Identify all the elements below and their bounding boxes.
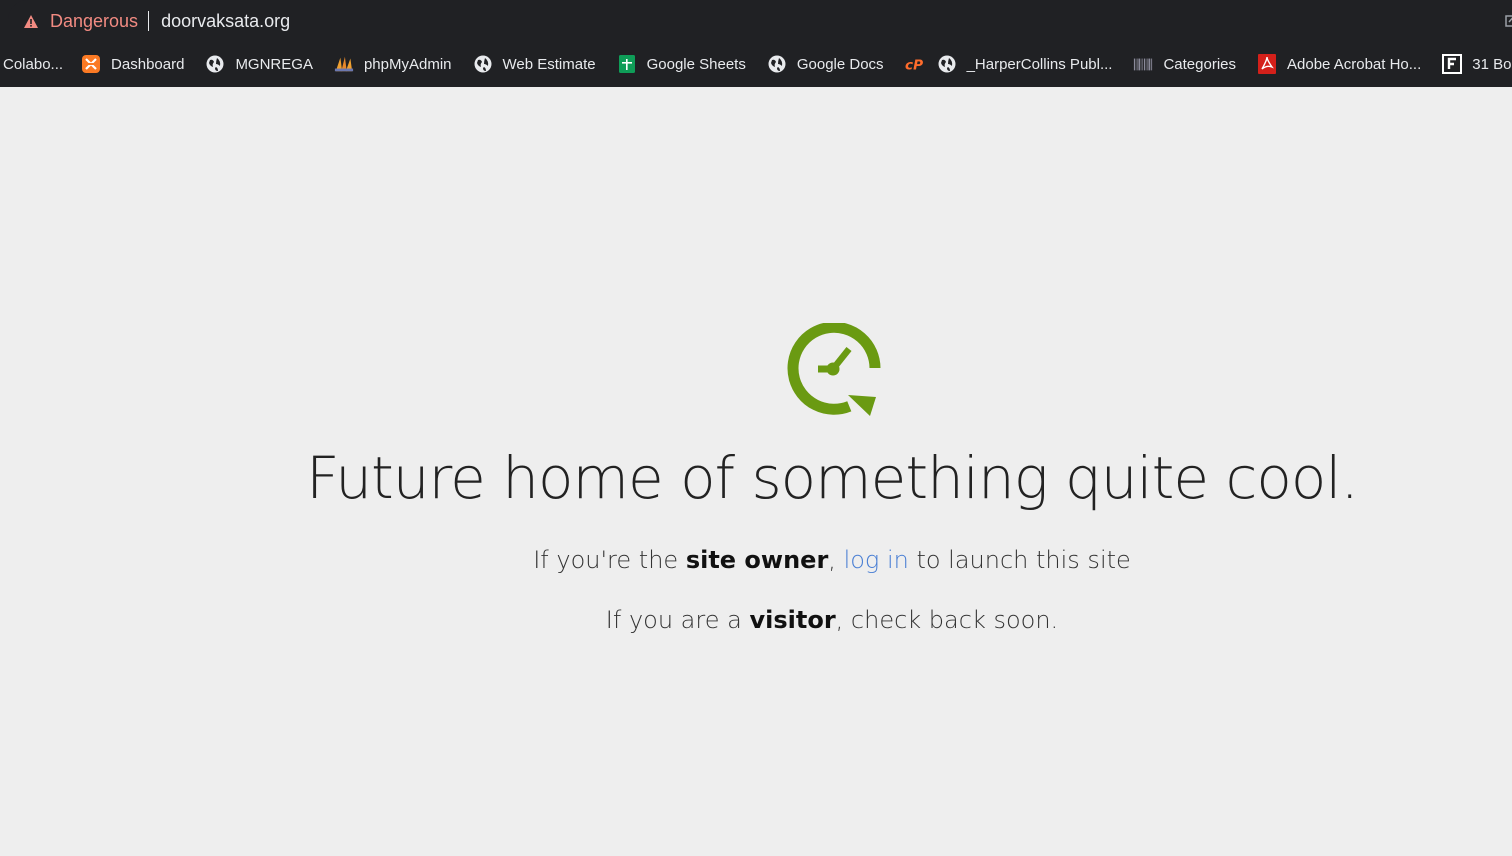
share-icon[interactable] bbox=[1504, 12, 1512, 28]
bookmark-cpanel[interactable]: cP bbox=[905, 49, 925, 79]
visitor-line-suffix: , check back soon. bbox=[835, 606, 1059, 634]
bookmark-mgnrega[interactable]: MGNREGA bbox=[205, 49, 323, 79]
login-link[interactable]: log in bbox=[844, 546, 909, 574]
url-text[interactable]: doorvaksata.org bbox=[161, 11, 290, 32]
bookmark-harpercollins[interactable]: _HarperCollins Publ... bbox=[937, 49, 1123, 79]
xampp-icon bbox=[81, 54, 101, 74]
bookmark-google-sheets[interactable]: Google Sheets bbox=[617, 49, 756, 79]
bookmark-label: Colabo... bbox=[3, 55, 64, 73]
bookmark-label: Dashboard bbox=[111, 55, 185, 73]
bookmark-adobe-acrobat[interactable]: Adobe Acrobat Ho... bbox=[1257, 49, 1431, 79]
owner-line-suffix: to launch this site bbox=[908, 546, 1131, 574]
visitor-line-prefix: If you are a bbox=[605, 606, 750, 634]
bookmark-colab[interactable]: Colabo... bbox=[0, 49, 73, 79]
address-separator bbox=[148, 11, 150, 31]
security-status-label[interactable]: Dangerous bbox=[50, 11, 138, 32]
bookmark-google-docs[interactable]: Google Docs bbox=[767, 49, 894, 79]
visitor-message: If you are a visitor, check back soon. bbox=[0, 606, 1512, 634]
bookmark-label: 31 Boots bbox=[1472, 55, 1512, 73]
owner-line-prefix: If you're the bbox=[533, 546, 686, 574]
visitor-label: visitor bbox=[749, 606, 836, 634]
bookmark-label: Categories bbox=[1163, 55, 1237, 73]
owner-line-comma: , bbox=[828, 546, 844, 574]
bookmark-label: _HarperCollins Publ... bbox=[966, 55, 1113, 73]
warning-triangle-icon[interactable] bbox=[22, 12, 40, 30]
bookmark-31-boots[interactable]: 31 Boots bbox=[1442, 49, 1512, 79]
clock-refresh-logo-icon bbox=[787, 323, 881, 416]
bookmark-label: Google Docs bbox=[796, 55, 884, 73]
bookmark-label: phpMyAdmin bbox=[363, 55, 452, 73]
bookmark-web-estimate[interactable]: Web Estimate bbox=[473, 49, 606, 79]
cpanel-icon: cP bbox=[905, 54, 925, 74]
globe-icon bbox=[205, 54, 225, 74]
bookmark-categories[interactable]: Categories bbox=[1133, 49, 1246, 79]
browser-chrome: Dangerous doorvaksata.org Colabo... Dash… bbox=[0, 0, 1512, 87]
globe-icon bbox=[767, 54, 787, 74]
site-owner-message: If you're the site owner, log in to laun… bbox=[0, 546, 1512, 574]
site-owner-label: site owner bbox=[685, 546, 829, 574]
globe-icon bbox=[473, 54, 493, 74]
adobe-acrobat-icon bbox=[1257, 54, 1277, 74]
page-headline: Future home of something quite cool. bbox=[306, 444, 1359, 512]
bookmark-label: Google Sheets bbox=[646, 55, 746, 73]
phpmyadmin-icon bbox=[334, 54, 354, 74]
bookmark-label: Web Estimate bbox=[502, 55, 596, 73]
barcode-icon bbox=[1133, 54, 1153, 74]
bookmark-label: Adobe Acrobat Ho... bbox=[1287, 55, 1422, 73]
bookmark-label: MGNREGA bbox=[235, 55, 313, 73]
f-icon bbox=[1442, 54, 1463, 74]
bookmarks-bar: Colabo... Dashboard MGNREGA phpMyAdmin W… bbox=[0, 42, 1512, 86]
globe-icon bbox=[937, 54, 957, 74]
bookmark-dashboard[interactable]: Dashboard bbox=[81, 49, 194, 79]
page-content: Future home of something quite cool. If … bbox=[0, 87, 1512, 856]
address-bar[interactable]: Dangerous doorvaksata.org bbox=[8, 0, 1512, 42]
svg-text:cP: cP bbox=[905, 57, 923, 72]
bookmark-phpmyadmin[interactable]: phpMyAdmin bbox=[334, 49, 462, 79]
google-sheets-icon bbox=[617, 54, 637, 74]
